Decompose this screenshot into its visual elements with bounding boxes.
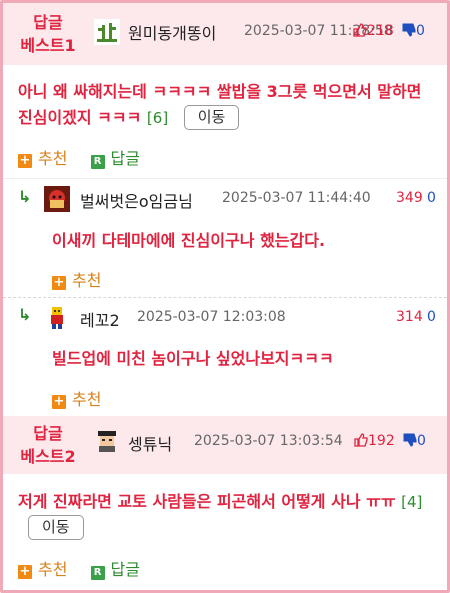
upvote-count: 192 — [368, 433, 395, 449]
comment-date: 2025-03-07 12:03:08 — [137, 309, 286, 325]
upvote-count: 218 — [367, 23, 394, 39]
plus-icon: + — [18, 564, 32, 579]
best-badge-line2: 베스트2 — [20, 447, 76, 466]
comment-date: 2025-03-07 13:03:54 — [194, 433, 343, 449]
best-badge-line1: 답글 — [33, 424, 63, 443]
user-avatar-4[interactable] — [94, 428, 120, 454]
upvote-button[interactable]: 192 — [354, 433, 395, 449]
downvote-count: 0 — [416, 23, 425, 39]
nickname[interactable]: 셍튜닉 — [128, 431, 172, 455]
comment-actions-1: + 추천 R 답글 — [18, 145, 140, 169]
thumbs-up-icon — [353, 23, 367, 37]
reply-button[interactable]: R 답글 — [90, 149, 140, 169]
user-avatar-1[interactable] — [94, 19, 120, 45]
recommend-button[interactable]: + 추천 — [52, 267, 101, 291]
recommend-button[interactable]: + 추천 — [18, 560, 67, 579]
downvote-count[interactable]: 0 — [427, 190, 436, 206]
best-badge-1: 답글 베스트1 — [3, 11, 93, 57]
best-badge-line2: 베스트1 — [20, 36, 76, 55]
reply-arrow-icon: ↳ — [18, 187, 32, 206]
recommend-button[interactable]: + 추천 — [18, 149, 67, 168]
move-button[interactable]: 이동 — [183, 105, 240, 130]
nickname[interactable]: 레꼬2 — [80, 307, 120, 331]
best-badge-line1: 답글 — [33, 13, 63, 32]
recommend-button[interactable]: + 추천 — [52, 386, 101, 410]
downvote-button[interactable]: 0 — [403, 433, 426, 449]
reply-arrow-icon: ↳ — [18, 305, 32, 324]
comment-body-1: 아니 왜 싸해지는데 ㅋㅋㅋㅋ 쌀밥을 3그릇 먹으면서 말하면 진심이겠지 ㅋ… — [18, 79, 430, 131]
downvote-count[interactable]: 0 — [427, 309, 436, 325]
comment-body-3: 빌드업에 미친 놈이구나 싶었나보지ㅋㅋㅋ — [52, 349, 334, 368]
thumbs-up-icon — [354, 433, 368, 447]
divider — [3, 297, 447, 298]
r-icon: R — [90, 566, 105, 580]
upvote-count[interactable]: 314 — [396, 309, 423, 325]
r-icon: R — [90, 155, 105, 169]
divider — [3, 178, 447, 179]
user-avatar-3[interactable] — [44, 304, 70, 330]
comment-actions-4: + 추천 R 답글 — [18, 556, 140, 580]
plus-icon: + — [18, 153, 32, 168]
thumbs-down-icon — [402, 23, 416, 37]
upvote-count[interactable]: 349 — [396, 190, 423, 206]
reply-count: [6] — [146, 109, 169, 127]
plus-icon: + — [52, 394, 66, 409]
reply-count: [4] — [401, 493, 423, 511]
plus-icon: + — [52, 275, 66, 290]
downvote-count: 0 — [417, 433, 426, 449]
comment-date: 2025-03-07 11:44:40 — [222, 190, 371, 206]
upvote-button[interactable]: 218 — [353, 23, 394, 39]
nickname[interactable]: 원미동개똥이 — [128, 20, 216, 44]
nickname[interactable]: 벌써벗은o임금님 — [80, 188, 193, 212]
comment-body-4: 저게 진짜라면 교토 사람들은 피곤해서 어떻게 사나 ㅠㅠ [4] 이동 — [18, 489, 433, 541]
best-badge-2: 답글 베스트2 — [3, 422, 93, 468]
thumbs-down-icon — [403, 433, 417, 447]
user-avatar-2[interactable] — [44, 186, 70, 212]
comment-body-2: 이새끼 다테마에에 진심이구나 했는갑다. — [52, 231, 326, 250]
downvote-button[interactable]: 0 — [402, 23, 425, 39]
comment-text: 저게 진짜라면 교토 사람들은 피곤해서 어떻게 사나 ㅠㅠ — [18, 492, 396, 511]
reply-button[interactable]: R 답글 — [90, 560, 140, 580]
move-button[interactable]: 이동 — [28, 515, 84, 540]
